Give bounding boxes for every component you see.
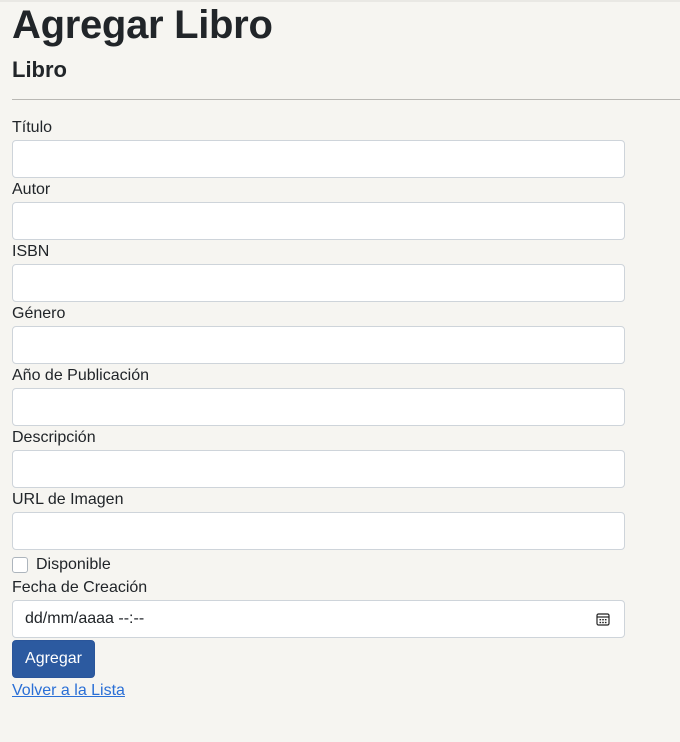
calendar-icon[interactable] [596,612,610,626]
disponible-label: Disponible [36,556,111,573]
genero-input[interactable] [12,326,625,364]
fecha-creacion-label: Fecha de Creación [12,579,148,596]
field-url-imagen: URL de Imagen [12,490,625,552]
agregar-button[interactable]: Agregar [12,640,95,678]
fecha-creacion-input[interactable]: dd/mm/aaaa --:-- [12,600,625,638]
field-titulo: Título [12,118,625,180]
disponible-row: Disponible [12,552,625,578]
descripcion-input[interactable] [12,450,625,488]
section-subtitle: Libro [12,57,67,82]
url-imagen-label: URL de Imagen [12,491,124,508]
field-descripcion: Descripción [12,428,625,490]
autor-input[interactable] [12,202,625,240]
titulo-input[interactable] [12,140,625,178]
page-title: Agregar Libro [12,3,273,47]
autor-label: Autor [12,181,51,198]
disponible-checkbox[interactable] [12,557,28,573]
genero-label: Género [12,305,66,322]
divider [12,99,680,100]
add-book-form: Título Autor ISBN Género Año de Publicac… [12,118,625,701]
isbn-input[interactable] [12,264,625,302]
fecha-placeholder: dd/mm/aaaa --:-- [25,610,145,627]
field-autor: Autor [12,180,625,242]
url-imagen-input[interactable] [12,512,625,550]
anio-publicacion-label: Año de Publicación [12,367,149,384]
anio-publicacion-input[interactable] [12,388,625,426]
titulo-label: Título [12,119,53,136]
field-fecha-creacion: Fecha de Creación dd/mm/aaaa --:-- [12,578,625,640]
field-anio-publicacion: Año de Publicación [12,366,625,428]
isbn-label: ISBN [12,243,50,260]
descripcion-label: Descripción [12,429,96,446]
field-genero: Género [12,304,625,366]
volver-a-la-lista-link[interactable]: Volver a la Lista [12,681,125,701]
field-isbn: ISBN [12,242,625,304]
